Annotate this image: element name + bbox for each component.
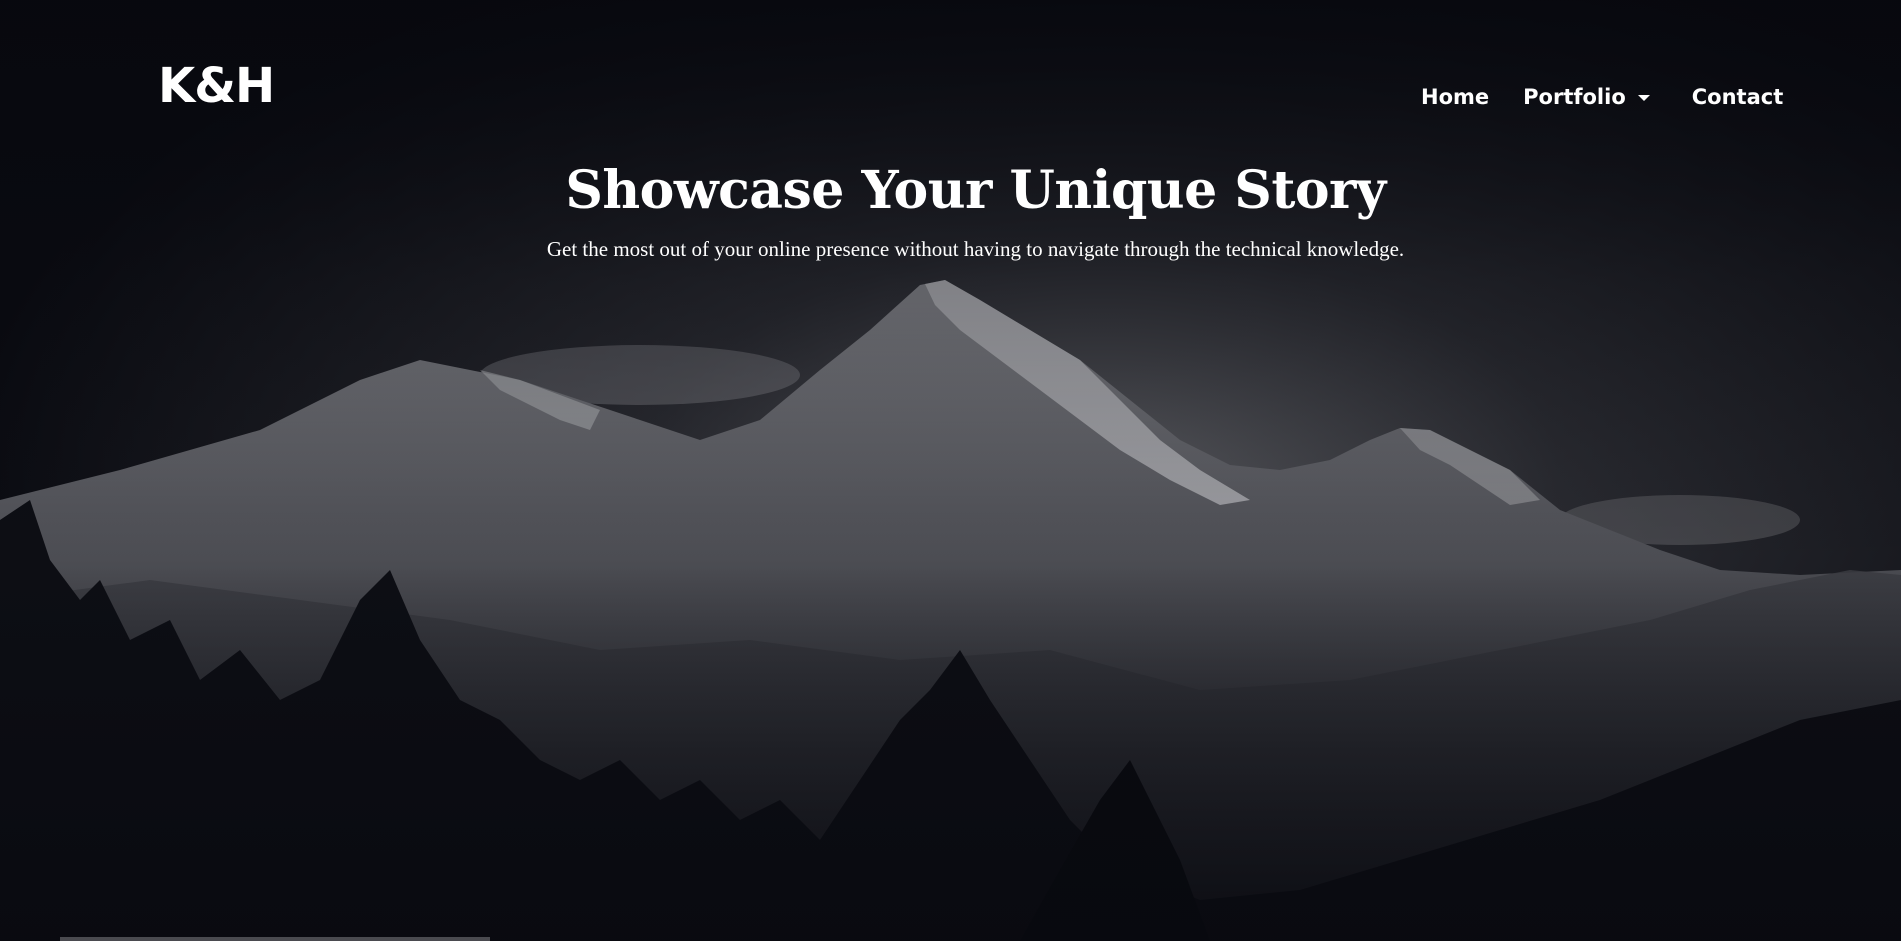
nav-link-contact[interactable]: Contact [1692, 86, 1784, 108]
nav-links: Home Portfolio Contact [1421, 82, 1783, 112]
caret-down-icon [1637, 95, 1650, 101]
hero-section: Showcase Your Unique Story Get the most … [0, 160, 1901, 264]
hero-title: Showcase Your Unique Story [565, 160, 1386, 221]
brand-logo[interactable]: K&H [158, 62, 275, 110]
nav-link-portfolio-label: Portfolio [1523, 84, 1626, 109]
nav-link-portfolio[interactable]: Portfolio [1523, 84, 1650, 109]
hero-subtitle: Get the most out of your online presence… [546, 237, 1405, 262]
landing-page: K&H Home Portfolio Contact Showcase Your… [0, 0, 1901, 941]
nav-link-home[interactable]: Home [1421, 86, 1489, 108]
horizontal-scrollbar[interactable] [60, 937, 490, 941]
